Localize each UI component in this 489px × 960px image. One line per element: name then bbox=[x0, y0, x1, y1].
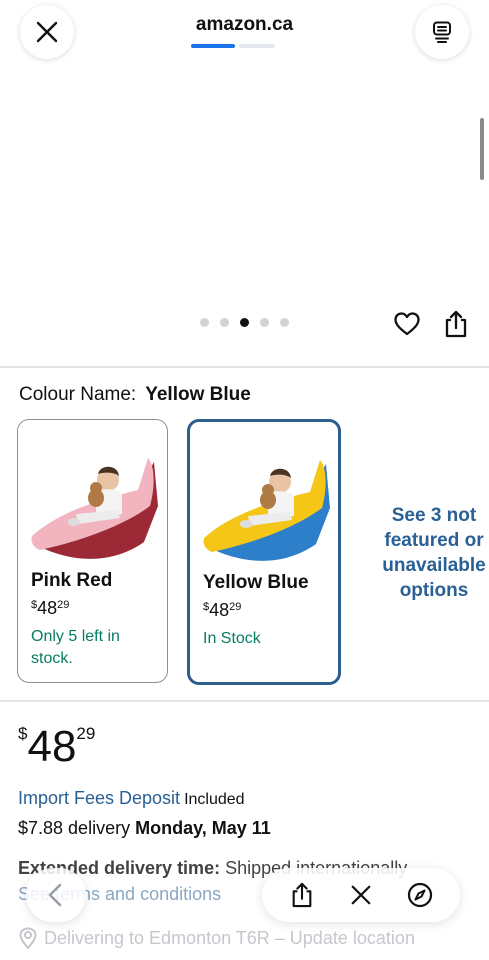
import-fees-status: Included bbox=[184, 791, 245, 808]
swatch-yellow-blue[interactable]: Yellow Blue $4829 In Stock bbox=[187, 419, 341, 685]
swatch-stock: Only 5 left in stock. bbox=[31, 628, 120, 667]
section-divider bbox=[0, 700, 489, 702]
progress-trail bbox=[239, 44, 275, 48]
product-thumbnail-pink bbox=[31, 458, 158, 559]
progress-fill bbox=[191, 44, 235, 48]
wishlist-button[interactable] bbox=[393, 310, 421, 338]
swatch-stock: In Stock bbox=[203, 630, 261, 647]
share-icon bbox=[445, 310, 467, 338]
swatch-price: $4829 bbox=[203, 600, 242, 620]
share-icon bbox=[292, 882, 312, 908]
delivery-location-text: Delivering to Edmonton T6R – Update loca… bbox=[44, 927, 415, 948]
section-divider bbox=[0, 366, 489, 368]
delivery-row: $7.88 delivery Monday, May 11 bbox=[18, 818, 271, 839]
delivery-date: Monday, May 11 bbox=[135, 818, 271, 838]
swatch-pink-red[interactable]: Pink Red $4829 Only 5 left in stock. bbox=[17, 419, 168, 683]
close-icon bbox=[351, 885, 371, 905]
toolbar-share-button[interactable] bbox=[287, 880, 317, 910]
carousel-dot[interactable] bbox=[260, 318, 269, 327]
carousel-dot[interactable] bbox=[200, 318, 209, 327]
import-fees-row: Import Fees Deposit Included bbox=[18, 788, 245, 809]
toolbar-open-in-browser-button[interactable] bbox=[405, 880, 435, 910]
delivery-price: $7.88 delivery bbox=[18, 818, 131, 838]
carousel-dot[interactable] bbox=[280, 318, 289, 327]
reader-icon bbox=[433, 21, 451, 43]
toolbar-close-button[interactable] bbox=[346, 880, 376, 910]
product-price: $4829 bbox=[18, 722, 96, 771]
browser-toolbar bbox=[262, 868, 460, 922]
colour-label: Colour Name: bbox=[19, 384, 137, 405]
heart-icon bbox=[394, 312, 420, 336]
scrollbar[interactable] bbox=[480, 118, 484, 180]
swatch-price: $4829 bbox=[31, 598, 70, 618]
compass-icon bbox=[408, 882, 433, 908]
delivery-location-row[interactable]: Delivering to Edmonton T6R – Update loca… bbox=[18, 927, 415, 949]
colour-selected-value: Yellow Blue bbox=[145, 384, 251, 405]
carousel-dot[interactable] bbox=[240, 318, 249, 327]
browser-top-bar: amazon.ca bbox=[0, 0, 489, 70]
see-more-options-link[interactable]: See 3 not featured or unavailable option… bbox=[378, 503, 489, 603]
swatch-name: Yellow Blue bbox=[203, 572, 309, 593]
share-product-button[interactable] bbox=[443, 309, 469, 339]
page-load-progress bbox=[191, 44, 301, 48]
product-thumbnail-yellow bbox=[203, 460, 330, 561]
carousel-dots[interactable] bbox=[200, 318, 289, 327]
back-button[interactable] bbox=[26, 868, 86, 922]
import-fees-link[interactable]: Import Fees Deposit bbox=[18, 788, 180, 808]
reader-mode-button[interactable] bbox=[415, 5, 469, 59]
swatch-name: Pink Red bbox=[31, 570, 113, 591]
location-pin-icon bbox=[19, 927, 37, 949]
colour-name-row: Colour Name: Yellow Blue bbox=[19, 384, 251, 406]
carousel-dot[interactable] bbox=[220, 318, 229, 327]
back-icon bbox=[48, 883, 62, 907]
